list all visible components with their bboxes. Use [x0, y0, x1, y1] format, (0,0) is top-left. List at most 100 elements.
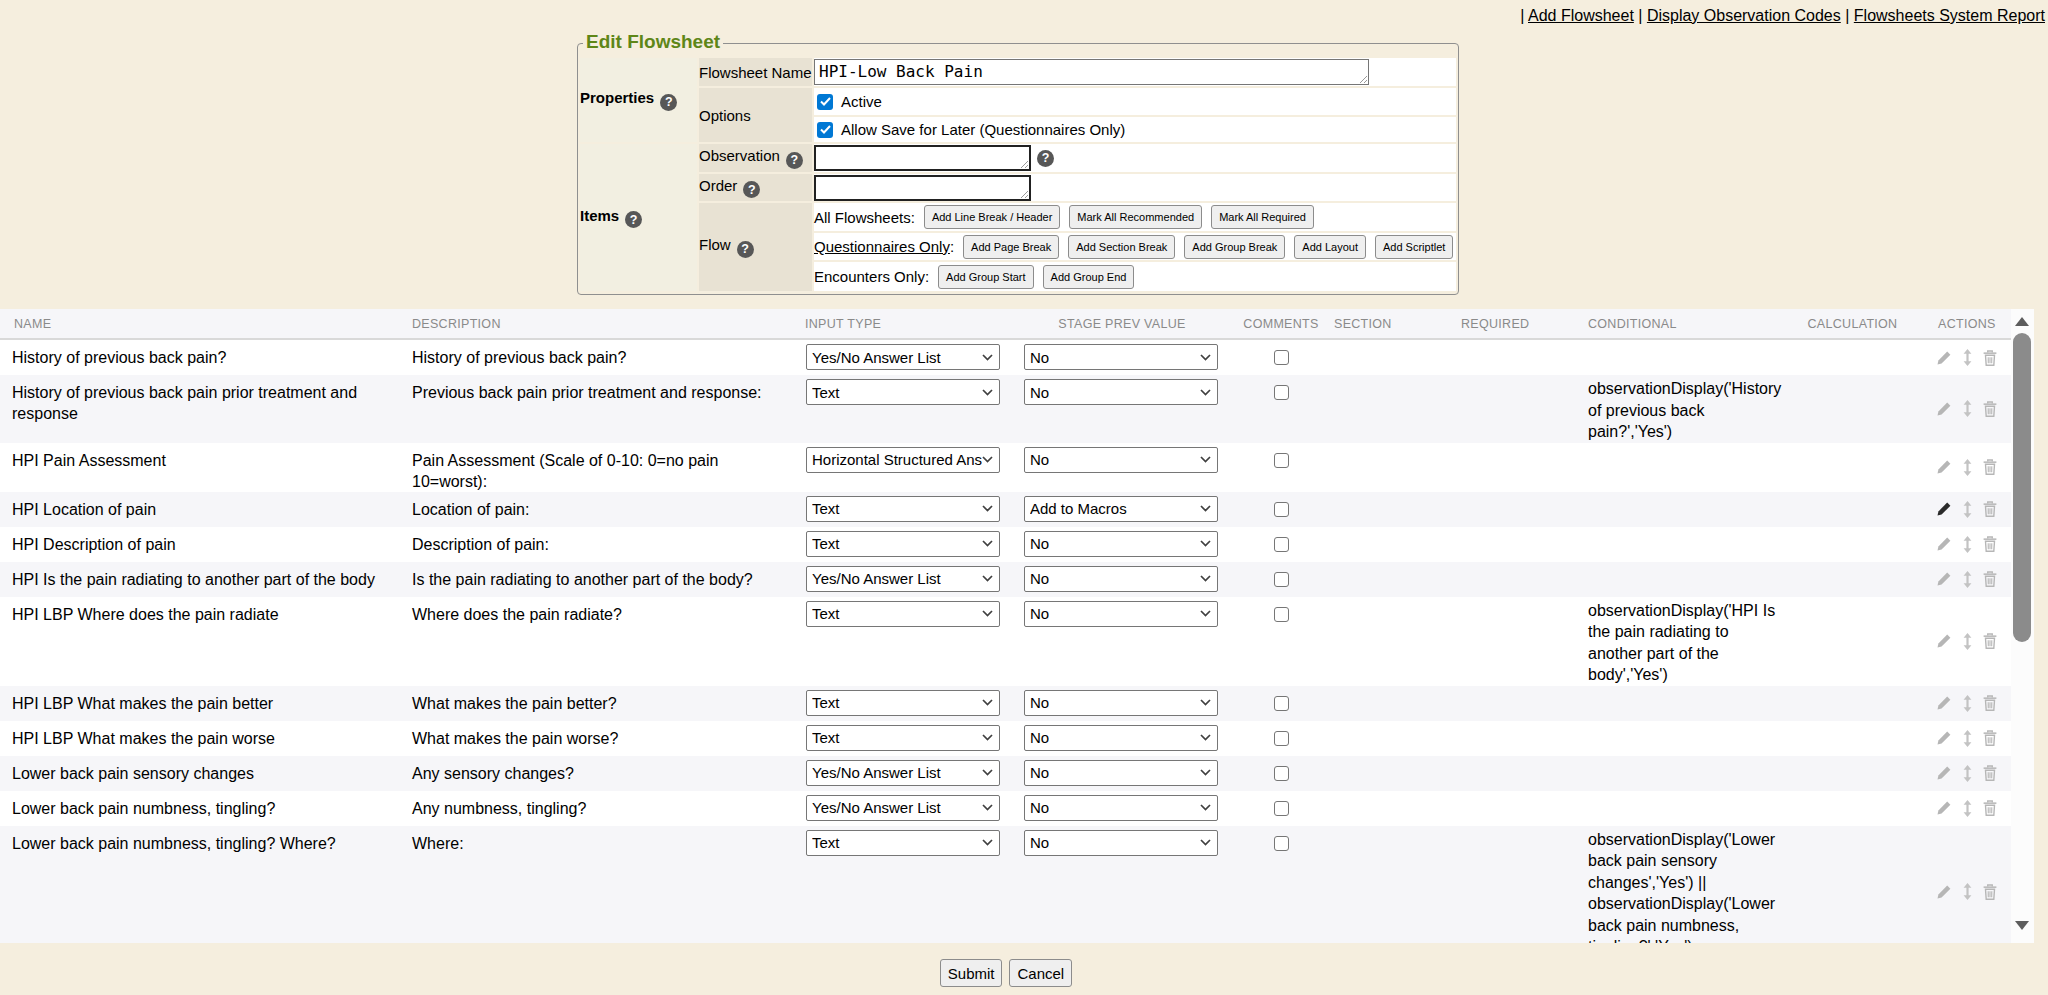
move-updown-icon[interactable] [1963, 765, 1972, 782]
edit-pencil-icon[interactable] [1936, 633, 1952, 649]
link-flowsheets-system-report[interactable]: Flowsheets System Report [1854, 7, 2045, 24]
delete-trash-icon[interactable] [1983, 571, 1997, 587]
comments-checkbox[interactable] [1274, 801, 1289, 816]
comments-checkbox[interactable] [1274, 385, 1289, 400]
edit-pencil-icon[interactable] [1936, 884, 1952, 900]
allow-save-checkbox[interactable] [817, 122, 833, 138]
observation-help-icon[interactable]: ? [786, 152, 803, 169]
scrollbar-thumb[interactable] [2013, 333, 2031, 642]
move-updown-icon[interactable] [1963, 400, 1972, 417]
input-type-select[interactable]: Yes/No Answer List [806, 344, 1000, 370]
edit-pencil-icon[interactable] [1936, 800, 1952, 816]
button-add-section-break[interactable]: Add Section Break [1068, 235, 1175, 259]
stage-prev-value-select[interactable]: No [1024, 447, 1218, 473]
resize-grip-icon[interactable] [1359, 75, 1368, 84]
input-type-select[interactable]: Text [806, 690, 1000, 716]
stage-prev-value-select[interactable]: No [1024, 830, 1218, 856]
input-type-select[interactable]: Text [806, 725, 1000, 751]
stage-prev-value-select[interactable]: Add to Macros [1024, 496, 1218, 522]
move-updown-icon[interactable] [1963, 695, 1972, 712]
comments-checkbox[interactable] [1274, 836, 1289, 851]
button-add-group-end[interactable]: Add Group End [1043, 265, 1135, 289]
cancel-button[interactable]: Cancel [1009, 959, 1072, 987]
comments-checkbox[interactable] [1274, 731, 1289, 746]
scrollbar-down-arrow[interactable] [2015, 921, 2029, 930]
edit-pencil-icon[interactable] [1936, 501, 1952, 517]
edit-pencil-icon[interactable] [1936, 695, 1952, 711]
input-type-select[interactable]: Text [806, 496, 1000, 522]
stage-prev-value-select[interactable]: No [1024, 566, 1218, 592]
edit-pencil-icon[interactable] [1936, 459, 1952, 475]
properties-help-icon[interactable]: ? [660, 94, 677, 111]
comments-checkbox[interactable] [1274, 453, 1289, 468]
button-mark-all-recommended[interactable]: Mark All Recommended [1069, 205, 1202, 229]
comments-checkbox[interactable] [1274, 607, 1289, 622]
delete-trash-icon[interactable] [1983, 800, 1997, 816]
comments-checkbox[interactable] [1274, 350, 1289, 365]
edit-pencil-icon[interactable] [1936, 730, 1952, 746]
move-updown-icon[interactable] [1963, 349, 1972, 366]
link-add-flowsheet[interactable]: Add Flowsheet [1528, 7, 1634, 24]
items-help-icon[interactable]: ? [625, 211, 642, 228]
stage-prev-value-select[interactable]: No [1024, 379, 1218, 405]
button-add-scriptlet[interactable]: Add Scriptlet [1375, 235, 1453, 259]
resize-grip-icon[interactable] [1020, 160, 1029, 169]
flow-help-icon[interactable]: ? [737, 241, 754, 258]
observation-field-help-icon[interactable]: ? [1037, 150, 1054, 167]
stage-prev-value-select[interactable]: No [1024, 601, 1218, 627]
stage-prev-value-select[interactable]: No [1024, 795, 1218, 821]
input-type-select[interactable]: Text [806, 531, 1000, 557]
resize-grip-icon[interactable] [1020, 190, 1029, 199]
move-updown-icon[interactable] [1963, 501, 1972, 518]
move-updown-icon[interactable] [1963, 800, 1972, 817]
stage-prev-value-select[interactable]: No [1024, 760, 1218, 786]
move-updown-icon[interactable] [1963, 571, 1972, 588]
input-type-select[interactable]: Yes/No Answer List [806, 566, 1000, 592]
delete-trash-icon[interactable] [1983, 350, 1997, 366]
delete-trash-icon[interactable] [1983, 401, 1997, 417]
order-input[interactable] [814, 175, 1031, 201]
delete-trash-icon[interactable] [1983, 884, 1997, 900]
stage-prev-value-select[interactable]: No [1024, 690, 1218, 716]
input-type-select[interactable]: Text [806, 379, 1000, 405]
input-type-select[interactable]: Text [806, 601, 1000, 627]
delete-trash-icon[interactable] [1983, 730, 1997, 746]
stage-prev-value-select[interactable]: No [1024, 531, 1218, 557]
delete-trash-icon[interactable] [1983, 459, 1997, 475]
stage-prev-value-select[interactable]: No [1024, 344, 1218, 370]
comments-checkbox[interactable] [1274, 766, 1289, 781]
input-type-select[interactable]: Yes/No Answer List [806, 795, 1000, 821]
edit-pencil-icon[interactable] [1936, 350, 1952, 366]
input-type-select[interactable]: Horizontal Structured Ans [806, 447, 1000, 473]
move-updown-icon[interactable] [1963, 730, 1972, 747]
move-updown-icon[interactable] [1963, 633, 1972, 650]
button-add-line-break-header[interactable]: Add Line Break / Header [924, 205, 1060, 229]
comments-checkbox[interactable] [1274, 537, 1289, 552]
submit-button[interactable]: Submit [940, 959, 1003, 987]
button-mark-all-required[interactable]: Mark All Required [1211, 205, 1314, 229]
active-checkbox[interactable] [817, 94, 833, 110]
delete-trash-icon[interactable] [1983, 501, 1997, 517]
edit-pencil-icon[interactable] [1936, 765, 1952, 781]
delete-trash-icon[interactable] [1983, 695, 1997, 711]
button-add-group-start[interactable]: Add Group Start [938, 265, 1034, 289]
delete-trash-icon[interactable] [1983, 765, 1997, 781]
flowsheet-name-input[interactable]: HPI-Low Back Pain [814, 59, 1369, 85]
delete-trash-icon[interactable] [1983, 633, 1997, 649]
move-updown-icon[interactable] [1963, 883, 1972, 900]
observation-input[interactable] [814, 145, 1031, 171]
delete-trash-icon[interactable] [1983, 536, 1997, 552]
button-add-page-break[interactable]: Add Page Break [963, 235, 1059, 259]
comments-checkbox[interactable] [1274, 696, 1289, 711]
button-add-layout[interactable]: Add Layout [1294, 235, 1366, 259]
edit-pencil-icon[interactable] [1936, 536, 1952, 552]
move-updown-icon[interactable] [1963, 536, 1972, 553]
order-help-icon[interactable]: ? [743, 181, 760, 198]
button-add-group-break[interactable]: Add Group Break [1184, 235, 1285, 259]
input-type-select[interactable]: Yes/No Answer List [806, 760, 1000, 786]
scrollbar-up-arrow[interactable] [2015, 317, 2029, 326]
comments-checkbox[interactable] [1274, 572, 1289, 587]
link-display-observation-codes[interactable]: Display Observation Codes [1647, 7, 1841, 24]
move-updown-icon[interactable] [1963, 459, 1972, 476]
comments-checkbox[interactable] [1274, 502, 1289, 517]
